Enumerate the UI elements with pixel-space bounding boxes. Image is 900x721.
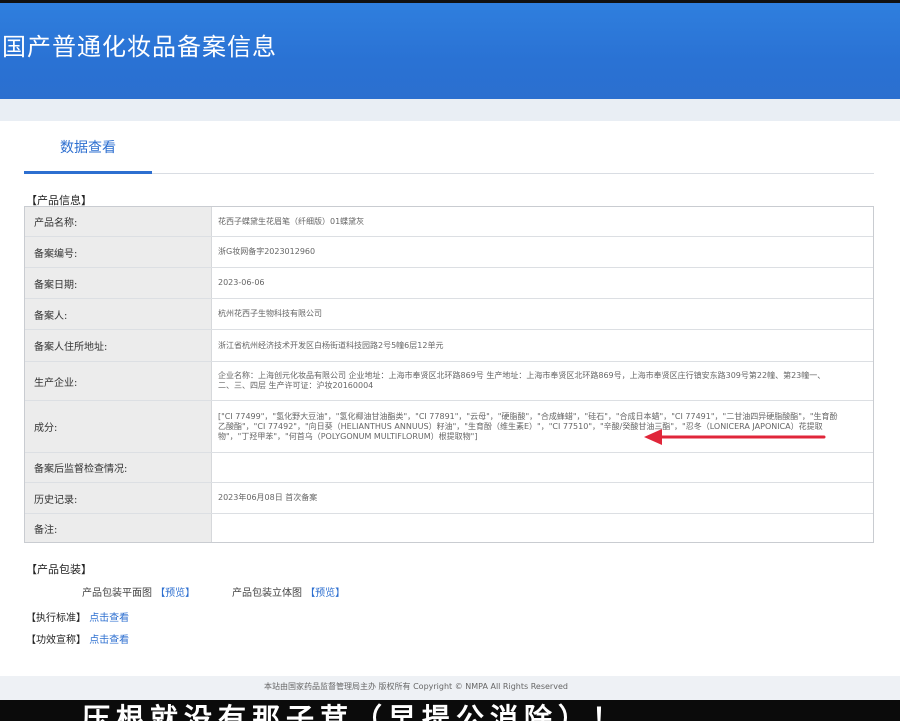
row-label: 历史记录:	[34, 494, 78, 506]
standards-label: 【执行标准】	[26, 613, 86, 624]
row-value: 浙江省杭州经济技术开发区白杨街道科技园路2号5幢6层12单元	[218, 340, 444, 350]
table-row: 产品名称: 花西子蝶黛生花眉笔（纤细版）01蝶黛灰	[25, 207, 873, 237]
row-label: 备案人住所地址:	[34, 342, 108, 353]
sub-bar	[0, 99, 900, 121]
packaging-flat-label: 产品包装平面图	[82, 588, 152, 599]
tab-bar: 数据查看	[24, 121, 874, 174]
video-caption-bar: 压根就没有那子茸（早提公消除）！	[0, 700, 900, 721]
row-label: 备案人:	[34, 310, 68, 322]
table-row: 备案人住所地址: 浙江省杭州经济技术开发区白杨街道科技园路2号5幢6层12单元	[25, 330, 873, 362]
row-value: 2023-06-06	[218, 278, 265, 287]
row-label: 成分:	[34, 423, 58, 434]
page-footer: 本站由国家药品监督管理局主办 版权所有 Copyright © NMPA All…	[0, 676, 900, 700]
table-row: 备案日期: 2023-06-06	[25, 268, 873, 299]
standards-view-link[interactable]: 点击查看	[89, 613, 129, 624]
row-value: 2023年06月08日 首次备案	[218, 493, 318, 502]
packaging-section-title: 【产品包装】	[26, 563, 92, 576]
site-header: 国产普通化妆品备案信息	[0, 3, 900, 99]
claims-view-link[interactable]: 点击查看	[89, 635, 129, 646]
red-arrow-icon	[644, 429, 826, 445]
video-caption: 压根就没有那子茸（早提公消除）！	[82, 702, 627, 721]
site-title: 国产普通化妆品备案信息	[2, 33, 277, 61]
table-row: 生产企业: 企业名称：上海创元化妆品有限公司 企业地址：上海市奉贤区北环路869…	[25, 362, 873, 401]
row-label: 备案编号:	[34, 248, 78, 260]
row-label: 生产企业:	[34, 377, 78, 389]
row-value	[218, 514, 838, 542]
row-label: 备案日期:	[34, 279, 78, 291]
row-value: 企业名称：上海创元化妆品有限公司 企业地址：上海市奉贤区北环路869号 生产地址…	[218, 371, 826, 390]
row-value: 花西子蝶黛生花眉笔（纤细版）01蝶黛灰	[218, 216, 365, 226]
packaging-solid-preview-link[interactable]: 【预览】	[305, 588, 345, 599]
packaging-solid-label: 产品包装立体图	[232, 588, 302, 599]
row-label: 产品名称:	[34, 218, 78, 229]
row-label: 备案后监督检查情况:	[34, 464, 128, 475]
table-row: 备案后监督检查情况:	[25, 453, 873, 483]
table-row: 备注:	[25, 514, 873, 542]
row-label: 备注:	[34, 524, 58, 536]
claims-label: 【功效宣称】	[26, 635, 86, 646]
packaging-flat-preview-link[interactable]: 【预览】	[155, 588, 195, 599]
row-value	[218, 453, 838, 482]
product-info-table: 产品名称: 花西子蝶黛生花眉笔（纤细版）01蝶黛灰 备案编号: 浙G妆网备字20…	[24, 206, 874, 543]
table-row: 历史记录: 2023年06月08日 首次备案	[25, 483, 873, 514]
table-row: 备案人: 杭州花西子生物科技有限公司	[25, 299, 873, 330]
standards-row: 【执行标准】 点击查看	[26, 609, 129, 624]
row-value: 浙G妆网备字2023012960	[218, 247, 316, 256]
packaging-solid-item: 产品包装立体图 【预览】	[232, 584, 345, 599]
packaging-flat-item: 产品包装平面图 【预览】	[82, 584, 195, 599]
row-value: 杭州花西子生物科技有限公司	[218, 309, 322, 318]
tab-data-view[interactable]: 数据查看	[24, 121, 152, 174]
claims-row: 【功效宣称】 点击查看	[26, 631, 129, 646]
footer-copyright: 本站由国家药品监督管理局主办 版权所有 Copyright © NMPA All…	[264, 682, 568, 691]
table-row: 备案编号: 浙G妆网备字2023012960	[25, 237, 873, 268]
